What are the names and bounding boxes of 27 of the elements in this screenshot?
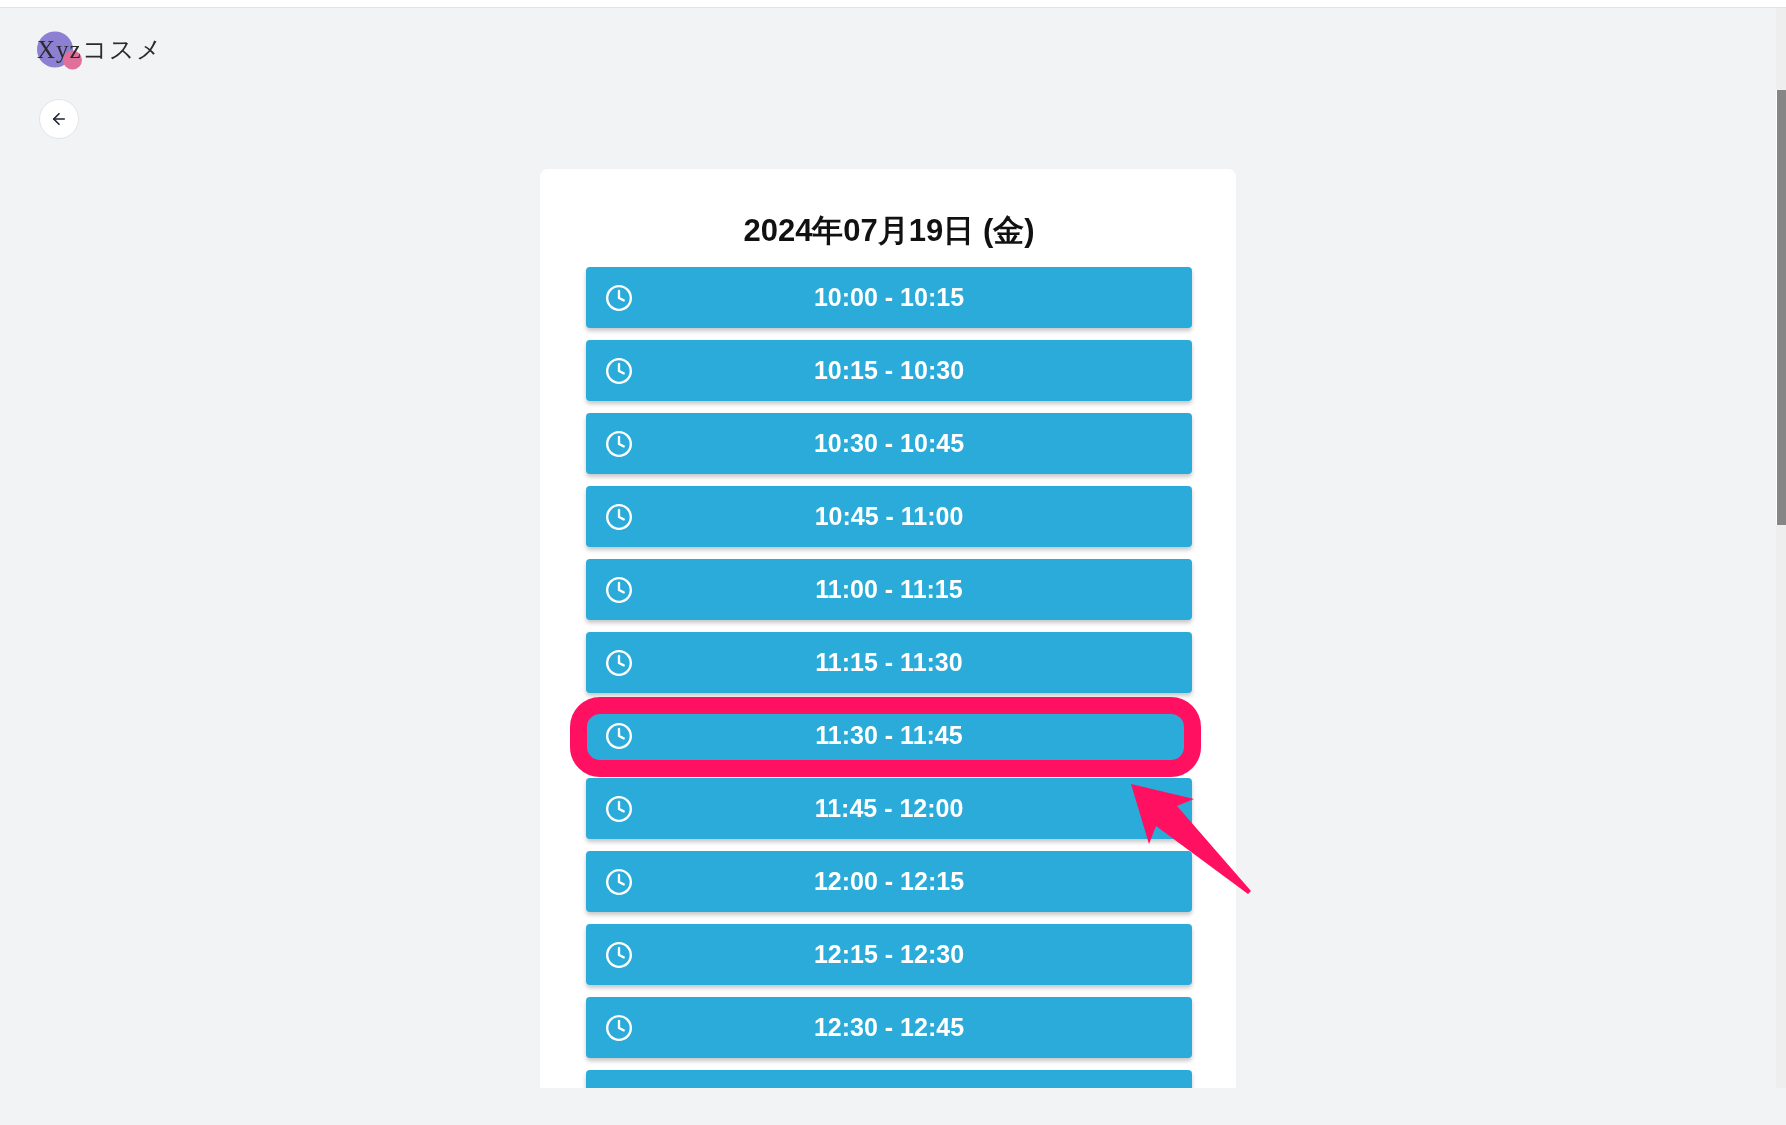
time-slot-button[interactable]: 11:00 - 11:15 <box>586 559 1192 620</box>
time-slot-button[interactable]: 11:45 - 12:00 <box>586 778 1192 839</box>
time-slot-button[interactable]: 12:00 - 12:15 <box>586 851 1192 912</box>
clock-icon <box>606 1014 632 1041</box>
scrollbar-thumb[interactable] <box>1776 90 1786 525</box>
clock-icon <box>606 430 632 457</box>
scrollbar[interactable] <box>1776 8 1786 1088</box>
time-slot-button[interactable]: 10:00 - 10:15 <box>586 267 1192 328</box>
clock-icon <box>606 649 632 676</box>
clock-icon <box>606 576 632 603</box>
clock-icon <box>606 503 632 530</box>
clock-icon <box>606 868 632 895</box>
back-button[interactable] <box>39 99 79 139</box>
date-title: 2024年07月19日 (金) <box>742 213 1036 249</box>
time-slot-button[interactable]: 12:15 - 12:30 <box>586 924 1192 985</box>
clock-icon <box>606 357 632 384</box>
time-slot-button[interactable]: 10:45 - 11:00 <box>586 486 1192 547</box>
clock-icon <box>606 941 632 968</box>
time-slot-button[interactable]: 10:30 - 10:45 <box>586 413 1192 474</box>
logo-text[interactable]: Xyzコスメ <box>37 31 163 68</box>
clock-icon <box>606 722 632 749</box>
clock-icon <box>606 795 632 822</box>
time-slot-button[interactable]: 10:15 - 10:30 <box>586 340 1192 401</box>
time-slot-button[interactable]: 11:15 - 11:30 <box>586 632 1192 693</box>
logo-mark-icon <box>37 31 83 70</box>
time-slot-button[interactable]: 12:30 - 12:45 <box>586 997 1192 1058</box>
clock-icon <box>606 284 632 311</box>
